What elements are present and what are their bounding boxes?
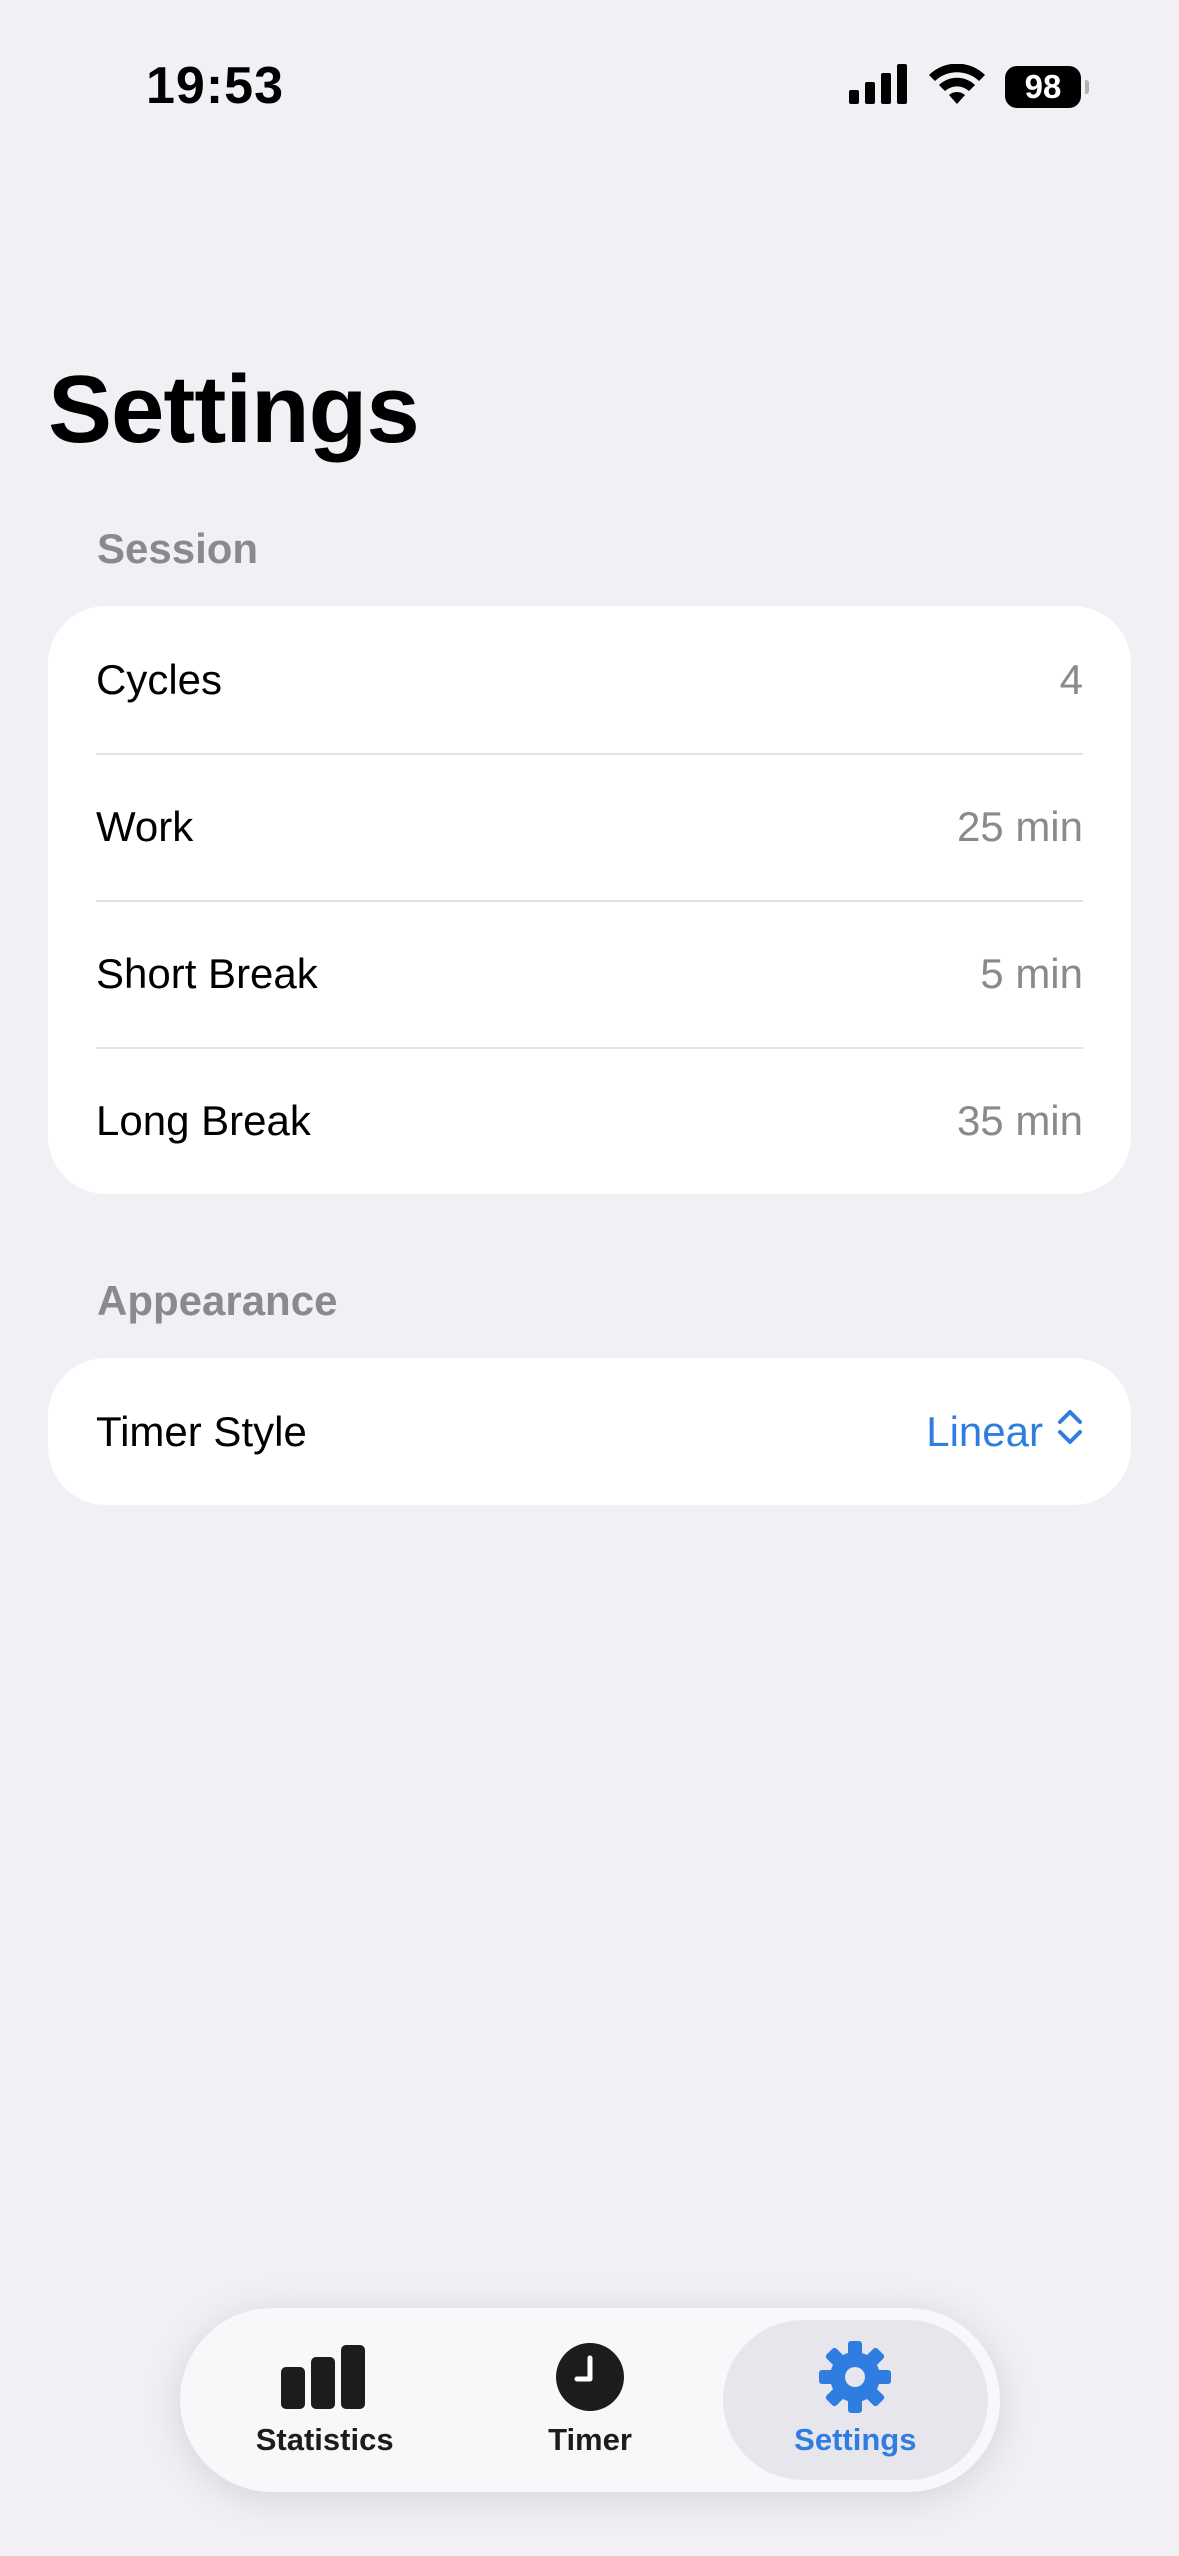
row-value: 5 min (980, 949, 1083, 997)
status-time: 19:53 (146, 57, 284, 115)
row-value: 35 min (956, 1096, 1083, 1144)
clock-icon (555, 2342, 625, 2412)
tab-bar: Statistics Timer Settings (180, 2308, 1000, 2492)
battery-level: 98 (1024, 67, 1062, 105)
status-bar: 19:53 98 (0, 0, 1179, 170)
timer-style-value: Linear (926, 1407, 1043, 1455)
row-value: 25 min (956, 802, 1083, 850)
tab-statistics[interactable]: Statistics (192, 2320, 457, 2480)
row-value: 4 (1059, 655, 1083, 703)
appearance-section-header: Appearance (97, 1277, 338, 1324)
tab-settings[interactable]: Settings (722, 2320, 988, 2480)
tab-label: Settings (794, 2422, 917, 2457)
row-label: Work (96, 802, 194, 850)
row-label: Short Break (96, 949, 318, 997)
chevron-up-down-icon (1057, 1407, 1083, 1457)
page-title: Settings (48, 356, 420, 463)
battery-indicator: 98 (1005, 65, 1089, 108)
timer-style-picker[interactable]: Linear (926, 1407, 1083, 1457)
session-card: Cycles 4 Work 25 min Short Break 5 min L… (48, 606, 1131, 1194)
row-label: Cycles (96, 655, 223, 703)
tab-label: Statistics (255, 2422, 394, 2457)
tab-label: Timer (548, 2422, 632, 2457)
status-indicators: 98 (849, 63, 1089, 109)
long-break-row[interactable]: Long Break 35 min (48, 1047, 1131, 1194)
session-section-header: Session (97, 525, 259, 572)
tab-timer[interactable]: Timer (457, 2320, 722, 2480)
appearance-card: Timer Style Linear (48, 1358, 1131, 1505)
wifi-icon (929, 63, 985, 109)
timer-style-row: Timer Style Linear (48, 1358, 1131, 1505)
battery-nub (1085, 79, 1089, 94)
row-label: Long Break (96, 1096, 311, 1144)
short-break-row[interactable]: Short Break 5 min (48, 900, 1131, 1047)
cellular-signal-icon (849, 64, 909, 109)
work-row[interactable]: Work 25 min (48, 753, 1131, 900)
cycles-row[interactable]: Cycles 4 (48, 606, 1131, 753)
bar-chart-icon (280, 2342, 369, 2412)
gear-icon (819, 2341, 892, 2413)
row-label: Timer Style (96, 1407, 307, 1455)
